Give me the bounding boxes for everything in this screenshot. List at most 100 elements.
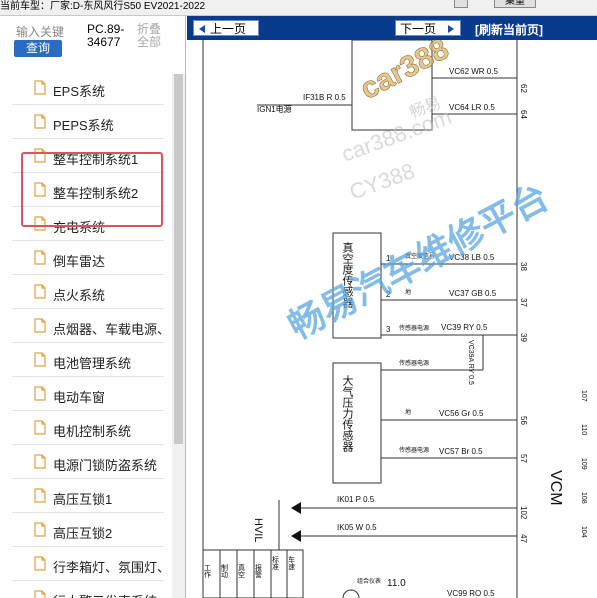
fold-all-button[interactable]: 折叠全部 (137, 23, 165, 49)
part-code: PC.89-34677 (87, 22, 125, 49)
pin-56: 56 (519, 416, 528, 425)
sidebar-item[interactable]: EPS系统 (12, 71, 164, 105)
wire-ik05-label: IK05 W 0.5 (337, 523, 377, 532)
sidebar-scrollbar[interactable] (172, 74, 185, 598)
sidebar-item[interactable]: 电池管理系统 (12, 343, 164, 377)
wire-f31b: IF31B R 0.5 (303, 93, 346, 102)
sidebar-item-label: EPS系统 (53, 84, 106, 99)
arrow-right-icon (448, 25, 454, 33)
sidebar-item[interactable]: 点火系统 (12, 275, 164, 309)
toolbar-button[interactable] (454, 0, 468, 8)
legend-6: 车速 (288, 555, 296, 571)
sidebar-item[interactable]: 点烟器、车载电源、 (12, 309, 170, 343)
next-page-label: 下一页 (400, 22, 437, 36)
ign1-label: IGN1电源 (257, 104, 292, 114)
arrow-hvil-2 (291, 530, 301, 542)
pin-102: 102 (519, 506, 528, 520)
sidebar-item-label: 高压互锁2 (53, 526, 113, 541)
sensor-pwr-label: 传感器电源 (399, 324, 429, 332)
legend-5: 标准 (272, 555, 280, 571)
wire-vc39-label: VC39 RY 0.5 (441, 323, 488, 332)
top-bar: 当前车型：厂家:D-东风风行S50 EV2021-2022 集重 (0, 0, 597, 16)
search-input[interactable]: 输入关键 (16, 23, 64, 40)
sidebar-item[interactable]: 电机控制系统 (12, 411, 164, 445)
arrow-left-icon (199, 25, 205, 33)
legend-1: 工作 (204, 564, 212, 579)
pin-109: 109 (580, 458, 587, 470)
watermark-brand: car388 (355, 40, 454, 106)
sidebar-item[interactable]: 行李箱灯、氛围灯、 (12, 547, 170, 581)
sidebar-item-label: 电源门锁防盗系统 (53, 458, 158, 473)
pin-38: 38 (519, 262, 528, 271)
file-icon (34, 352, 46, 367)
watermark-big: 畅易汽车维修平台 (282, 176, 556, 347)
system-list: EPS系统 PEPS系统 整车控制系统1 整车控制系统2 充电系统 倒车雷达 点火系统 点烟器… (12, 71, 170, 598)
sidebar-item-label: 点火系统 (53, 288, 106, 303)
atm-sensor-label: 大气压力传感器 (341, 374, 354, 453)
wire-vc99-label: VC99 RO 0.5 (447, 589, 495, 598)
highlight-box (21, 152, 163, 227)
pin-47: 47 (519, 534, 528, 543)
file-icon (34, 114, 46, 129)
file-icon (34, 556, 46, 571)
file-icon (34, 386, 46, 401)
sidebar-item[interactable]: 行人警示发声系统 (12, 581, 164, 598)
sidebar-item-label: 行人警示发声系统 (53, 591, 157, 598)
sidebar: 输入关键 查询 PC.89-34677 折叠全部 EPS系统 PEPS系统 整车控制… (0, 16, 186, 598)
page-nav: 上一页 下一页 [刷新当前页] (187, 16, 597, 40)
watermark-url: car388.com (338, 104, 455, 167)
sidebar-item[interactable]: 电动车窗 (12, 377, 164, 411)
file-icon (34, 318, 46, 333)
pin-37: 37 (519, 298, 528, 307)
pin-39: 39 (519, 333, 528, 342)
toolbar-button-collect[interactable]: 集重 (494, 0, 536, 8)
sidebar-item-label: 倒车雷达 (53, 254, 106, 269)
prev-page-label: 上一页 (210, 22, 247, 36)
query-button[interactable]: 查询 (14, 40, 62, 57)
pin-104: 104 (580, 526, 587, 538)
refresh-page-link[interactable]: [刷新当前页] (475, 21, 543, 38)
file-icon (34, 488, 46, 503)
sidebar-item[interactable]: PEPS系统 (12, 105, 164, 139)
wire-vc57-label: VC57 Br 0.5 (439, 447, 483, 456)
prev-page-button[interactable]: 上一页 (193, 20, 259, 36)
pin3-vac: 3 (386, 325, 391, 334)
legend-4: 报警 (255, 563, 263, 579)
gnd-label-2: 地 (405, 408, 411, 416)
pin-57: 57 (519, 454, 528, 463)
sidebar-item[interactable]: 高压互锁2 (12, 513, 164, 547)
combo-pin: 11.0 (387, 578, 406, 589)
next-page-button[interactable]: 下一页 (395, 20, 461, 36)
wire-vc39a-label: VC39A RY 0.5 (467, 340, 474, 385)
hvil-label: HVIL (252, 518, 264, 542)
combo-meter-node (342, 589, 360, 598)
scrollbar-thumb[interactable] (174, 74, 183, 444)
sensor-pwr-label-3: 传感器电源 (399, 446, 429, 454)
pin-107: 107 (580, 390, 587, 402)
file-icon (34, 522, 46, 537)
legend-2: 制动 (221, 563, 229, 579)
pin-108: 108 (580, 492, 587, 504)
pin-110: 110 (580, 424, 587, 435)
sidebar-item-label: 行李箱灯、氛围灯、 (53, 560, 171, 575)
sidebar-item[interactable]: 电源门锁防盗系统 (12, 445, 164, 479)
pin-62: 62 (519, 84, 528, 93)
file-icon (34, 80, 46, 95)
wire-vc56-label: VC56 Gr 0.5 (439, 409, 484, 418)
file-icon (34, 454, 46, 469)
sidebar-item-label: 点烟器、车载电源、 (53, 322, 171, 337)
pin-64: 64 (519, 110, 528, 119)
wire-ik01-label: IK01 P 0.5 (337, 495, 375, 504)
file-icon (34, 420, 46, 435)
legend-3: 真空 (238, 563, 246, 578)
sidebar-item[interactable]: 倒车雷达 (12, 241, 164, 275)
wiring-diagram: IGN1电源 IF31B R 0.5 VC62 WR 0.5 VC64 LR 0… (202, 40, 587, 598)
sidebar-item-label: PEPS系统 (53, 118, 114, 133)
wire-vc62-label: VC62 WR 0.5 (449, 67, 498, 76)
wire-vc64-label: VC64 LR 0.5 (449, 103, 495, 112)
diagram-panel: 上一页 下一页 [刷新当前页] IGN1电源 IF31B R 0.5 VC62 … (187, 16, 597, 598)
sidebar-item[interactable]: 高压互锁1 (12, 479, 164, 513)
combo-meter-label: 组合仪表 (357, 577, 381, 585)
file-icon (34, 590, 46, 598)
sidebar-item-label: 电池管理系统 (53, 356, 132, 371)
